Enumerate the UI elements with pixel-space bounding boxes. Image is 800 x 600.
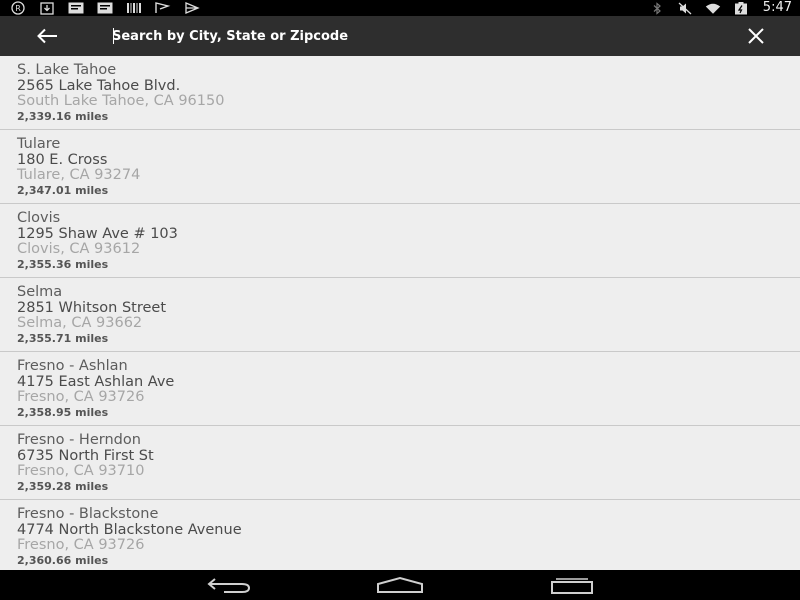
- navigation-bar: [0, 570, 800, 600]
- nav-back-button[interactable]: [199, 573, 259, 597]
- location-distance: 2,339.16 miles: [17, 109, 109, 123]
- location-item[interactable]: Tulare 180 E. Cross Tulare, CA 93274 2,3…: [0, 130, 800, 204]
- mute-icon: [677, 2, 693, 15]
- location-street: 4175 East Ashlan Ave: [17, 373, 175, 390]
- location-list[interactable]: S. Lake Tahoe 2565 Lake Tahoe Blvd. Sout…: [0, 56, 800, 570]
- notification-card-icon: [97, 2, 113, 15]
- location-street: 1295 Shaw Ave # 103: [17, 225, 178, 242]
- location-name: Selma: [17, 284, 63, 300]
- location-city-line: South Lake Tahoe, CA 96150: [17, 93, 225, 109]
- location-item[interactable]: Fresno - Herndon 6735 North First St Fre…: [0, 426, 800, 500]
- notification-card-icon: [68, 2, 84, 15]
- nav-recent-apps-button[interactable]: [542, 573, 602, 597]
- location-street: 2851 Whitson Street: [17, 299, 167, 316]
- play-icon: [184, 2, 200, 15]
- location-name: Clovis: [17, 210, 61, 226]
- location-name: Fresno - Ashlan: [17, 358, 128, 374]
- location-distance: 2,355.36 miles: [17, 257, 109, 271]
- location-name: Fresno - Blackstone: [17, 506, 159, 522]
- registered-icon: R: [10, 1, 26, 15]
- barcode-icon: [126, 2, 142, 15]
- location-item[interactable]: Selma 2851 Whitson Street Selma, CA 9366…: [0, 278, 800, 352]
- location-distance: 2,359.28 miles: [17, 479, 109, 493]
- location-name: Tulare: [17, 136, 61, 152]
- location-item[interactable]: Fresno - Ashlan 4175 East Ashlan Ave Fre…: [0, 352, 800, 426]
- location-name: Fresno - Herndon: [17, 432, 141, 448]
- location-city-line: Clovis, CA 93612: [17, 241, 141, 257]
- location-item[interactable]: Clovis 1295 Shaw Ave # 103 Clovis, CA 93…: [0, 204, 800, 278]
- home-nav-icon: [377, 576, 423, 593]
- location-distance: 2,358.95 miles: [17, 405, 109, 419]
- action-bar: [0, 16, 800, 56]
- notification-icons: R: [10, 1, 200, 15]
- text-cursor: [113, 28, 114, 44]
- svg-text:R: R: [15, 4, 21, 13]
- wifi-icon: [705, 2, 721, 15]
- close-icon: [748, 28, 764, 44]
- location-street: 2565 Lake Tahoe Blvd.: [17, 77, 181, 94]
- nav-home-button[interactable]: [370, 573, 430, 597]
- flag-icon: [155, 2, 171, 15]
- battery-icon: [733, 1, 749, 15]
- recent-apps-icon: [551, 578, 593, 594]
- location-street: 6735 North First St: [17, 447, 154, 464]
- search-input[interactable]: [112, 24, 712, 48]
- back-button[interactable]: [32, 24, 62, 48]
- location-distance: 2,347.01 miles: [17, 183, 109, 197]
- location-item[interactable]: Fresno - Blackstone 4774 North Blackston…: [0, 500, 800, 570]
- download-icon: [39, 1, 55, 15]
- location-name: S. Lake Tahoe: [17, 62, 117, 78]
- clock: 5:47: [762, 0, 792, 15]
- location-distance: 2,355.71 miles: [17, 331, 109, 345]
- location-city-line: Tulare, CA 93274: [17, 167, 141, 183]
- location-street: 4774 North Blackstone Avenue: [17, 521, 242, 538]
- location-street: 180 E. Cross: [17, 151, 108, 168]
- location-city-line: Fresno, CA 93726: [17, 537, 145, 553]
- location-distance: 2,360.66 miles: [17, 553, 109, 567]
- back-nav-icon: [207, 578, 251, 593]
- arrow-left-icon: [37, 28, 57, 44]
- location-item[interactable]: S. Lake Tahoe 2565 Lake Tahoe Blvd. Sout…: [0, 56, 800, 130]
- location-city-line: Selma, CA 93662: [17, 315, 143, 331]
- system-icons: 5:47: [649, 0, 792, 16]
- location-city-line: Fresno, CA 93710: [17, 463, 145, 479]
- bluetooth-icon: [649, 1, 665, 15]
- status-bar: R 5:47: [0, 0, 800, 16]
- location-city-line: Fresno, CA 93726: [17, 389, 145, 405]
- clear-search-button[interactable]: [740, 24, 772, 48]
